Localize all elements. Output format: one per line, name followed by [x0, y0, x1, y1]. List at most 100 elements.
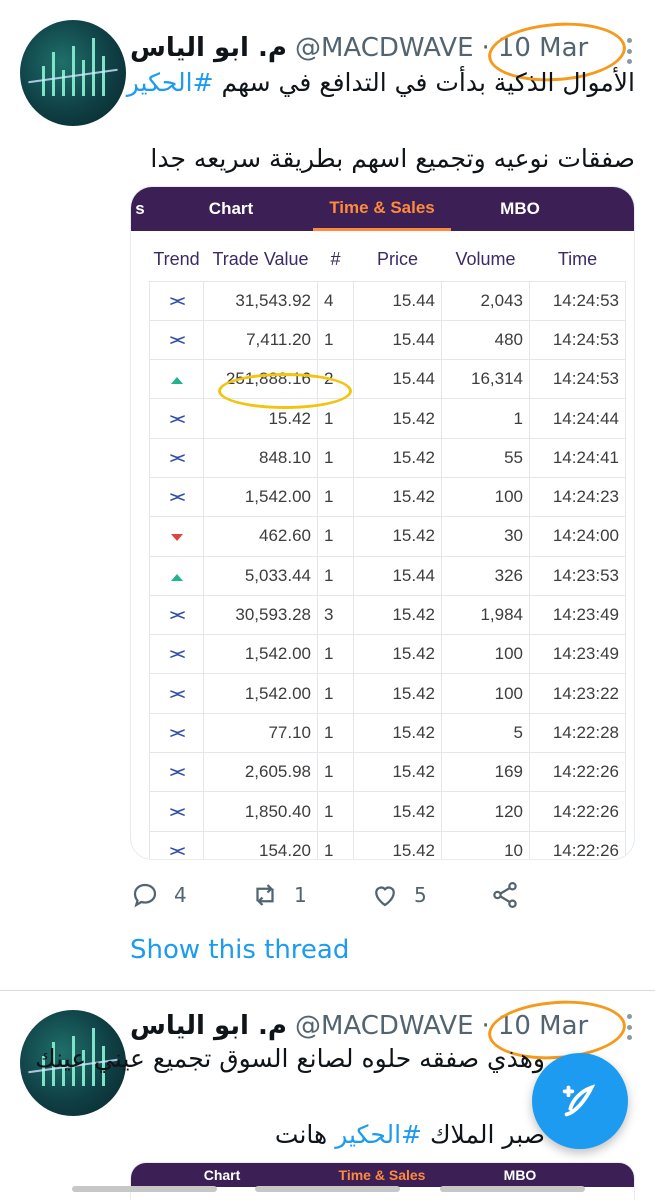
attached-image-card-2[interactable]: Chart Time & Sales MBO — [130, 1162, 635, 1200]
volume-cell: 480 — [441, 319, 530, 361]
trend-cell: >< — [149, 752, 204, 793]
trend-down-icon — [170, 534, 183, 542]
nav-gesture-bar-right[interactable] — [440, 1186, 585, 1192]
table-row[interactable]: 251,888.16 2 15.44 16,314 14:24:53 — [149, 359, 626, 400]
price-cell: 15.42 — [353, 634, 442, 675]
tweet-actions: 4 1 5 — [130, 875, 610, 915]
trade-value-cell: 2,605.98 — [203, 752, 318, 793]
table-row[interactable]: >< 31,543.92 4 15.44 2,043 14:24:53 — [149, 280, 626, 321]
table-row[interactable]: >< 1,542.00 1 15.42 100 14:23:22 — [149, 673, 626, 714]
volume-cell: 100 — [441, 634, 530, 675]
time-cell: 14:24:53 — [529, 319, 626, 361]
tab-time-sales[interactable]: Time & Sales — [313, 1163, 451, 1187]
time-cell: 14:24:44 — [529, 398, 626, 439]
table-row[interactable]: >< 7,411.20 1 15.44 480 14:24:53 — [149, 319, 626, 361]
time-sales-table: Trend Trade Value # Price Volume Time ><… — [149, 239, 628, 859]
col-count: # — [330, 249, 341, 270]
tab-partial-right[interactable] — [589, 187, 634, 231]
nav-gesture-bar-left[interactable] — [72, 1186, 217, 1192]
table-row[interactable]: >< 848.10 1 15.42 55 14:24:41 — [149, 437, 626, 478]
table-row[interactable]: 462.60 1 15.42 30 14:24:00 — [149, 516, 626, 557]
trend-cell: >< — [149, 476, 204, 518]
reply-button[interactable]: 4 — [130, 880, 250, 910]
price-cell: 15.42 — [353, 516, 442, 557]
count-cell: 1 — [317, 516, 354, 557]
table-row[interactable]: 5,033.44 1 15.44 326 14:23:53 — [149, 555, 626, 596]
author-handle[interactable]: @MACDWAVE — [295, 1011, 474, 1041]
show-thread-link[interactable]: Show this thread — [130, 935, 349, 965]
table-row[interactable]: >< 30,593.28 3 15.42 1,984 14:23:49 — [149, 594, 626, 636]
trend-cell: >< — [149, 398, 204, 439]
tab-partial-left[interactable]: s — [131, 187, 149, 231]
trend-cell — [149, 359, 204, 400]
price-cell: 15.42 — [353, 712, 442, 754]
trend-cross-icon: >< — [169, 685, 185, 703]
price-cell: 15.44 — [353, 359, 442, 400]
retweet-icon — [256, 884, 274, 906]
trend-cross-icon: >< — [169, 449, 185, 467]
compose-tweet-icon — [562, 1084, 596, 1117]
hashtag-link[interactable]: #الحكير — [335, 1120, 422, 1149]
attached-image-card[interactable]: s Chart Time & Sales MBO Trend Trade Val… — [130, 186, 635, 860]
price-cell: 15.44 — [353, 319, 442, 361]
reply-icon — [133, 883, 157, 908]
table-row[interactable]: >< 77.10 1 15.42 5 14:22:28 — [149, 712, 626, 754]
time-cell: 14:22:26 — [529, 830, 626, 859]
time-cell: 14:23:49 — [529, 594, 626, 636]
tab-chart[interactable]: Chart — [149, 187, 313, 231]
volume-cell: 30 — [441, 516, 530, 557]
table-row[interactable]: >< 2,605.98 1 15.42 169 14:22:26 — [149, 752, 626, 793]
time-cell: 14:23:49 — [529, 634, 626, 675]
author-name[interactable]: م. ابو الياس — [130, 33, 287, 63]
trend-cell: >< — [149, 791, 204, 832]
tweet-date[interactable]: 10 Mar — [498, 33, 588, 63]
avatar[interactable] — [20, 20, 126, 126]
share-button[interactable] — [490, 880, 610, 910]
author-handle[interactable]: @MACDWAVE — [295, 33, 474, 63]
tab-bar: s Chart Time & Sales MBO — [131, 187, 634, 231]
tab-time-sales[interactable]: Time & Sales — [313, 187, 451, 231]
author-name[interactable]: م. ابو الياس — [130, 1011, 287, 1041]
reply-count: 4 — [174, 883, 187, 907]
compose-tweet-button[interactable] — [532, 1053, 628, 1149]
trend-cell: >< — [149, 634, 204, 675]
table-row[interactable]: >< 1,542.00 1 15.42 100 14:24:23 — [149, 476, 626, 518]
hashtag-link[interactable]: #الحكير — [127, 68, 214, 97]
tweet-date[interactable]: 10 Mar — [498, 1011, 588, 1041]
trend-cell — [149, 516, 204, 557]
volume-cell: 1,984 — [441, 594, 530, 636]
trade-value-cell: 31,543.92 — [203, 280, 318, 321]
table-row[interactable]: >< 1,542.00 1 15.42 100 14:23:49 — [149, 634, 626, 675]
count-cell: 1 — [317, 634, 354, 675]
time-cell: 14:24:53 — [529, 359, 626, 400]
trend-cell: >< — [149, 437, 204, 478]
tweet-divider — [0, 990, 655, 991]
trend-cross-icon: >< — [169, 410, 185, 428]
trade-value-cell: 77.10 — [203, 712, 318, 754]
table-row[interactable]: >< 1,850.40 1 15.42 120 14:22:26 — [149, 791, 626, 832]
trade-value-cell: 1,542.00 — [203, 673, 318, 714]
table-header-row: Trend Trade Value # Price Volume Time — [150, 239, 626, 281]
volume-cell: 120 — [441, 791, 530, 832]
retweet-button[interactable]: 1 — [250, 880, 370, 910]
trend-cross-icon: >< — [169, 724, 185, 742]
nav-gesture-bar-center[interactable] — [255, 1186, 400, 1192]
table-row[interactable]: >< 15.42 1 15.42 1 14:24:44 — [149, 398, 626, 439]
count-cell: 1 — [317, 752, 354, 793]
tab-mbo[interactable]: MBO — [451, 1163, 589, 1187]
trend-cross-icon: >< — [169, 646, 185, 664]
like-icon — [375, 886, 395, 907]
price-cell: 15.42 — [353, 476, 442, 518]
like-button[interactable]: 5 — [370, 880, 490, 910]
count-cell: 3 — [317, 594, 354, 636]
tab-mbo[interactable]: MBO — [451, 187, 589, 231]
count-cell: 1 — [317, 319, 354, 361]
table-row[interactable]: >< 154.20 1 15.42 10 14:22:26 — [149, 830, 626, 859]
trend-cell: >< — [149, 280, 204, 321]
tab-chart[interactable]: Chart — [131, 1163, 313, 1187]
more-icon[interactable] — [627, 38, 633, 64]
more-icon[interactable] — [627, 1014, 633, 1040]
price-cell: 15.42 — [353, 752, 442, 793]
like-count: 5 — [414, 883, 427, 907]
trend-cell: >< — [149, 594, 204, 636]
